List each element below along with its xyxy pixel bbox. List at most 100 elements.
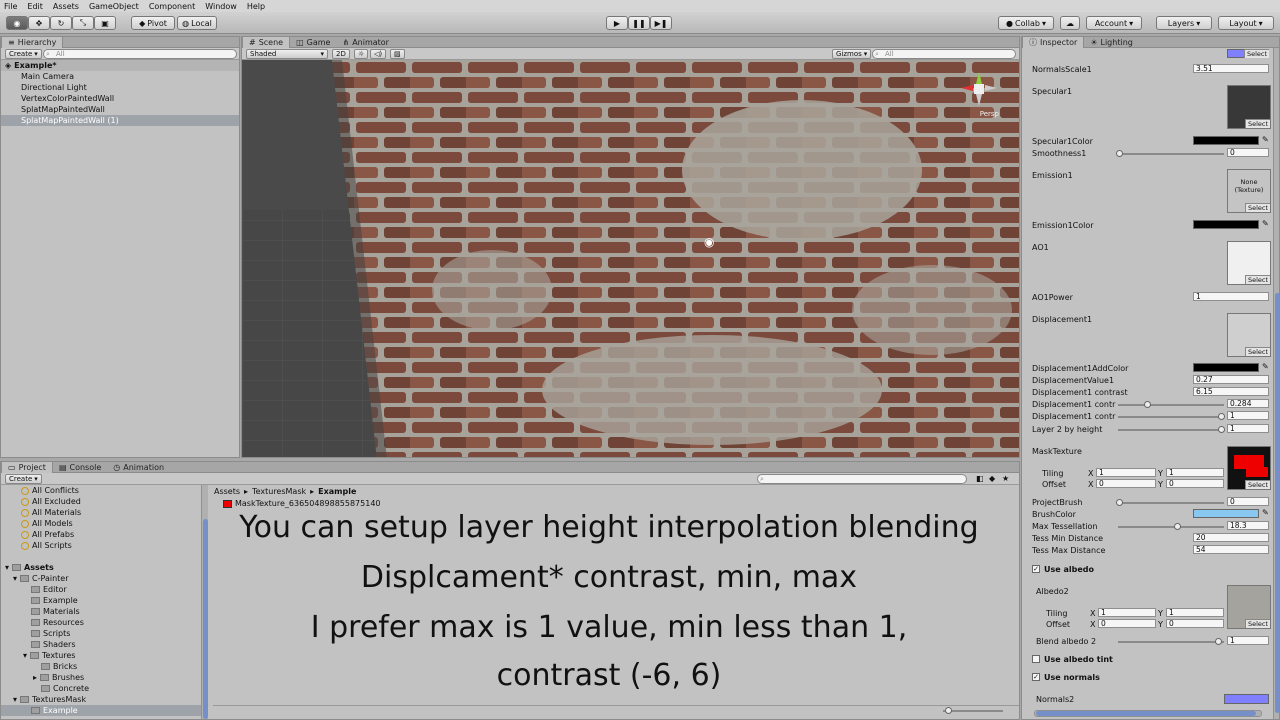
folder-editor[interactable]: Editor [1,584,201,595]
pivot-button[interactable]: ◆ Pivot [131,16,175,30]
persp-label[interactable]: Persp [980,110,999,118]
lighting-toggle[interactable]: ☼ [354,49,369,59]
select-button[interactable]: Select [1244,480,1270,489]
mask-texture-thumbnail[interactable]: Select [1227,446,1271,490]
folder-example[interactable]: Example [1,595,201,606]
inspector-scrollbar[interactable] [1273,48,1279,719]
favorite-all-prefabs[interactable]: All Prefabs [1,529,201,540]
scrollbar-thumb[interactable] [203,519,208,719]
effects-toggle[interactable]: ▨ [390,49,405,59]
mask-offset-x-field[interactable]: 0 [1096,479,1156,488]
menu-gameobject[interactable]: GameObject [89,2,139,11]
filter-label-icon[interactable]: ◆ [989,474,995,483]
hierarchy-item-vertexcolor-wall[interactable]: VertexColorPaintedWall [1,93,239,104]
scrollbar-thumb[interactable] [1036,711,1256,716]
folder-c-painter[interactable]: ▾ C-Painter [1,573,201,584]
emission-thumbnail[interactable]: None (Texture) Select [1227,169,1271,213]
select-button[interactable]: Select [1244,203,1270,212]
project-brush-slider[interactable] [1118,502,1224,504]
asset-mask-texture[interactable]: MaskTexture_636504898855875140 [223,499,381,508]
scale-tool-button[interactable]: ⤡ [72,16,94,30]
mode-2d-button[interactable]: 2D [332,49,350,59]
mask-tiling-x-field[interactable]: 1 [1096,468,1156,477]
folder-materials[interactable]: Materials [1,606,201,617]
menu-component[interactable]: Component [149,2,195,11]
favorite-all-conflicts[interactable]: All Conflicts [1,485,201,496]
disp-value-field[interactable]: 0.27 [1193,375,1269,384]
layers-button[interactable]: Layers ▾ [1156,16,1212,30]
mask-offset-y-field[interactable]: 0 [1166,479,1224,488]
disp-min-field[interactable]: 0.284 [1227,399,1269,408]
hierarchy-item-main-camera[interactable]: Main Camera [1,71,239,82]
cloud-button[interactable]: ☁ [1060,16,1080,30]
hand-tool-button[interactable]: ◉ [6,16,28,30]
folder-concrete[interactable]: Concrete [1,683,201,694]
favorite-all-excluded[interactable]: All Excluded [1,496,201,507]
blend-albedo-field[interactable]: 1 [1227,636,1269,645]
layout-button[interactable]: Layout ▾ [1218,16,1274,30]
tess-max-field[interactable]: 54 [1193,545,1269,554]
move-tool-button[interactable]: ✥ [28,16,50,30]
rect-tool-button[interactable]: ▣ [94,16,116,30]
favorite-all-scripts[interactable]: All Scripts [1,540,201,551]
tab-game[interactable]: ◫ Game [290,37,336,48]
menu-help[interactable]: Help [247,2,265,11]
star-icon[interactable]: ★ [1002,474,1009,483]
hierarchy-create-button[interactable]: Create ▾ [5,49,42,59]
specular-thumbnail[interactable]: Select [1227,85,1271,129]
account-button[interactable]: Account ▾ [1086,16,1142,30]
play-button[interactable]: ▶ [606,16,628,30]
breadcrumb-example[interactable]: Example [318,487,356,496]
select-button[interactable]: Select [1244,119,1270,128]
tab-inspector[interactable]: ⓘ Inspector [1022,37,1085,48]
layer2-height-field[interactable]: 1 [1227,424,1269,433]
project-brush-field[interactable]: 0 [1227,497,1269,506]
layer2-height-slider[interactable] [1118,429,1224,431]
zoom-slider-knob[interactable] [945,707,952,714]
assets-root[interactable]: ▾ Assets [1,562,201,573]
albedo-offset-y-field[interactable]: 0 [1166,619,1224,628]
hierarchy-item-directional-light[interactable]: Directional Light [1,82,239,93]
disp-min-knob[interactable] [1144,401,1151,408]
specular-color-swatch[interactable] [1193,136,1259,145]
rotate-tool-button[interactable]: ↻ [50,16,72,30]
filter-type-icon[interactable]: ◧ [976,474,984,483]
normals-scale-field[interactable]: 3.51 [1193,64,1269,73]
favorite-all-materials[interactable]: All Materials [1,507,201,518]
scene-row[interactable]: ◈ Example* [1,60,239,71]
blend-albedo-slider[interactable] [1118,641,1224,643]
local-button[interactable]: ◍ Local [177,16,217,30]
max-tess-field[interactable]: 18.3 [1227,521,1269,530]
project-create-button[interactable]: Create ▾ [5,474,42,484]
folder-resources[interactable]: Resources [1,617,201,628]
tab-hierarchy[interactable]: ≡ Hierarchy [1,37,64,48]
blend-albedo-knob[interactable] [1215,638,1222,645]
max-tess-knob[interactable] [1174,523,1181,530]
brush-color-swatch[interactable] [1193,509,1259,518]
inspector-horizontal-scrollbar[interactable] [1034,710,1262,717]
step-button[interactable]: ▶❚ [650,16,672,30]
folder-scripts[interactable]: Scripts [1,628,201,639]
smoothness-field[interactable]: 0 [1227,148,1269,157]
favorite-all-models[interactable]: All Models [1,518,201,529]
project-search-input[interactable]: ⌕ [757,474,967,484]
select-button[interactable]: Select [1244,275,1270,284]
use-albedo-checkbox[interactable]: ✓ [1032,565,1040,573]
folder-shaders[interactable]: Shaders [1,639,201,650]
project-brush-knob[interactable] [1116,499,1123,506]
tab-lighting[interactable]: ☀ Lighting [1084,37,1139,48]
project-tree-scrollbar[interactable] [201,485,208,719]
eyedropper-icon[interactable]: ✎ [1262,135,1269,144]
audio-toggle[interactable]: ◁) [370,49,387,59]
albedo2-thumbnail[interactable]: Select [1227,585,1271,629]
select-button[interactable]: Select [1243,49,1269,58]
disp-add-color-swatch[interactable] [1193,363,1259,372]
select-button[interactable]: Select [1244,347,1270,356]
tab-scene[interactable]: # Scene [242,37,291,48]
folder-bricks[interactable]: Bricks [1,661,201,672]
normals2-thumbnail[interactable] [1224,694,1269,704]
folder-textures[interactable]: ▾ Textures [1,650,201,661]
hierarchy-item-splatmap-wall-1[interactable]: SplatMapPaintedWall (1) [1,115,239,126]
tess-min-field[interactable]: 20 [1193,533,1269,542]
eyedropper-icon[interactable]: ✎ [1262,219,1269,228]
